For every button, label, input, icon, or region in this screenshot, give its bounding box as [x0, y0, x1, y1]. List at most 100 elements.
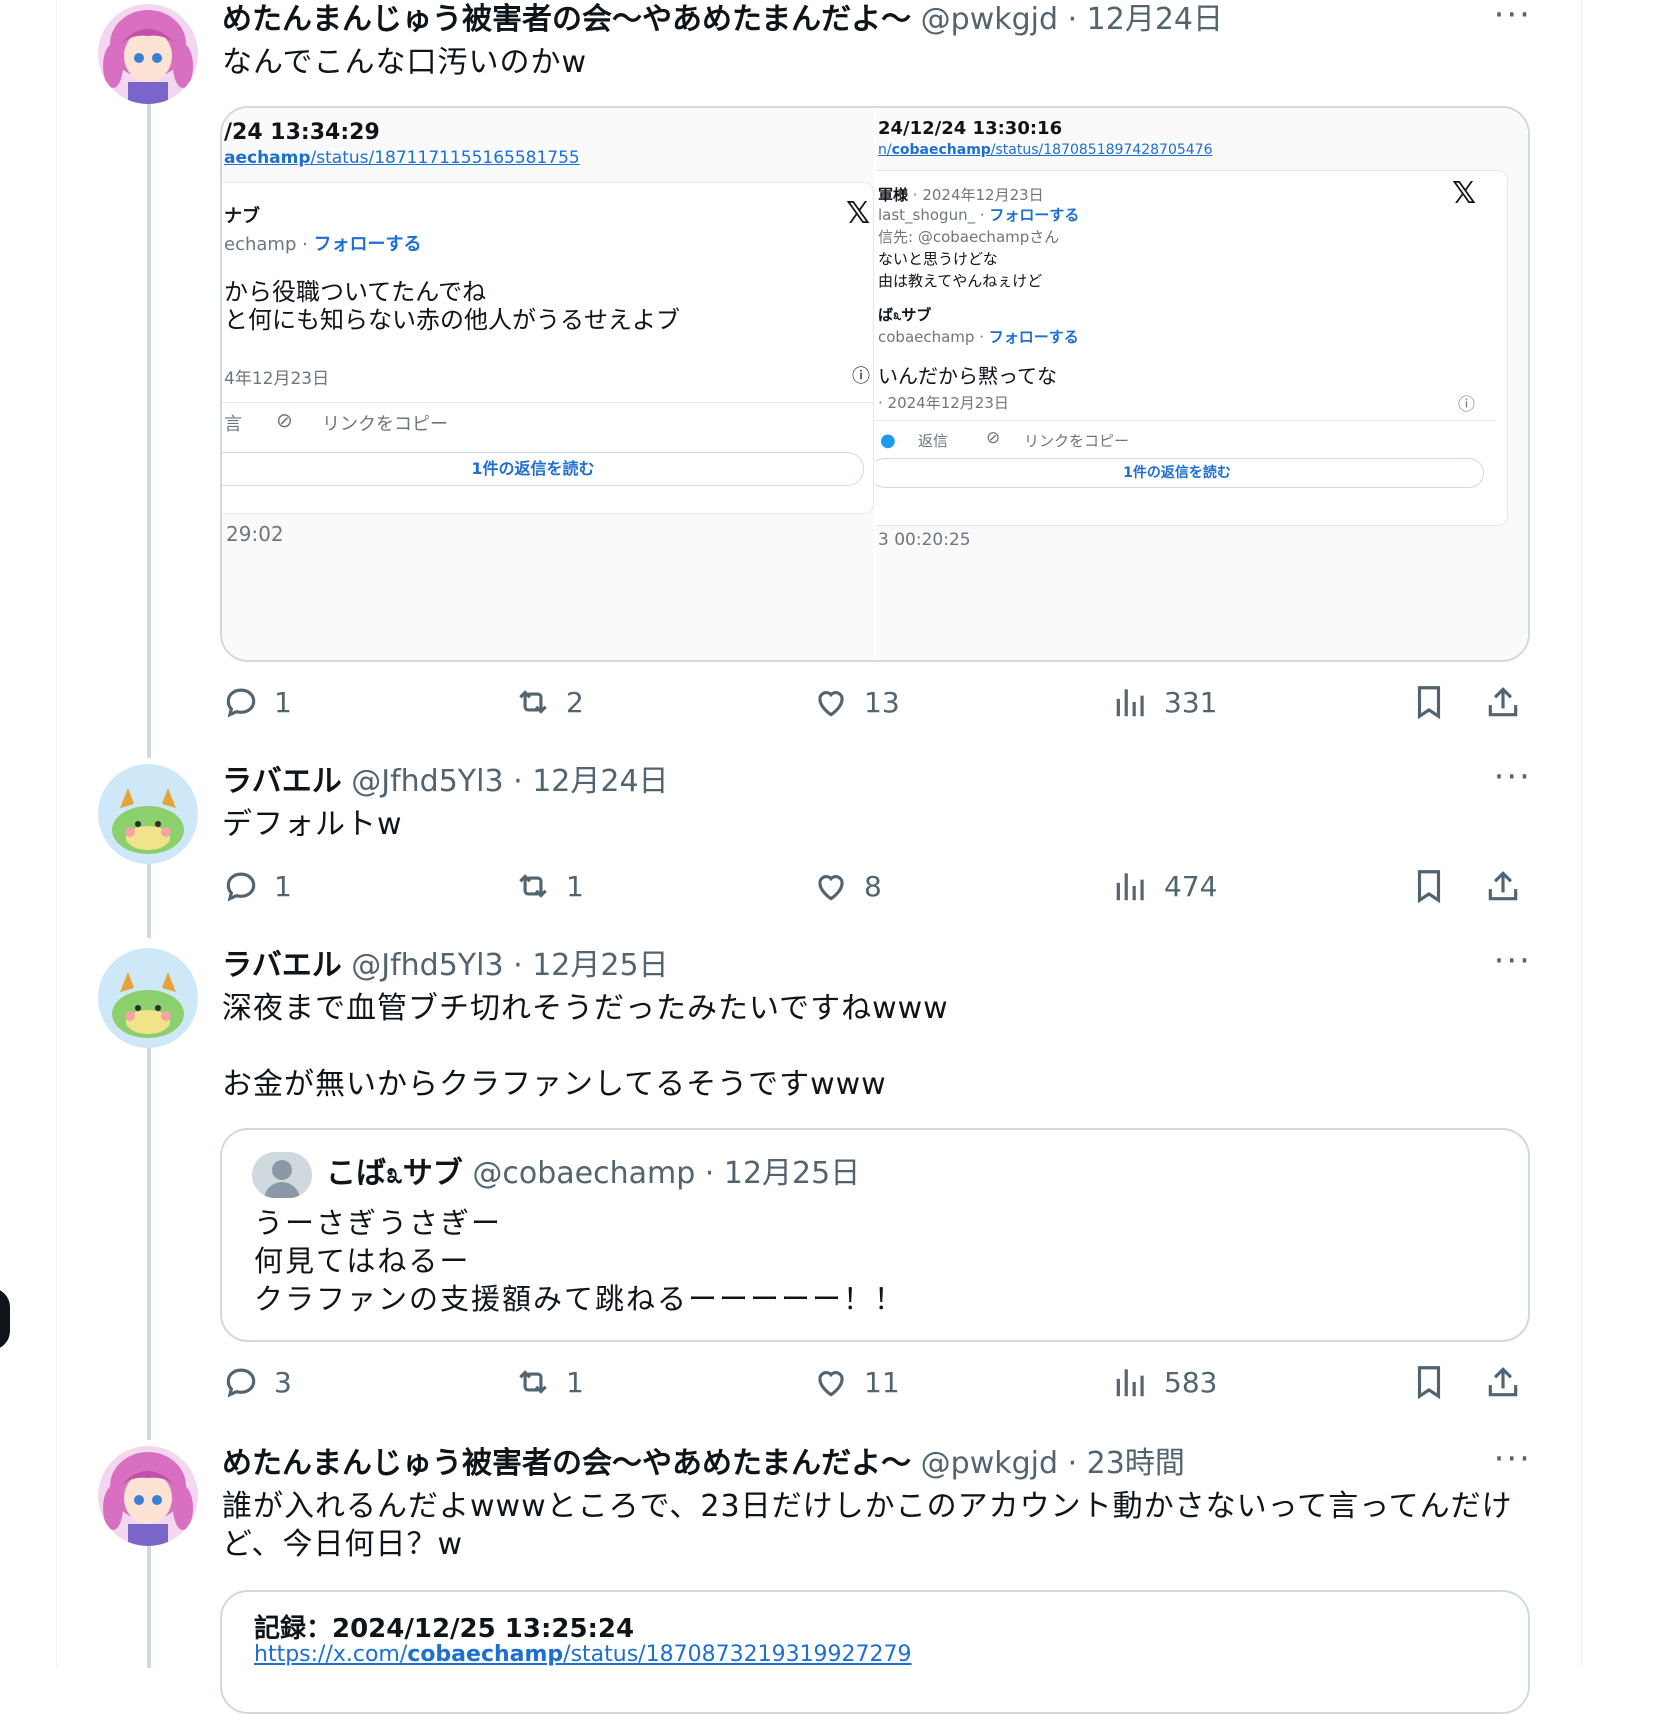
bookmark-button[interactable]	[1410, 1362, 1448, 1402]
reply-count: 3	[274, 1365, 292, 1399]
more-options-icon[interactable]: ···	[1494, 760, 1532, 794]
avatar[interactable]	[98, 4, 198, 104]
more-options-icon[interactable]: ···	[1494, 0, 1532, 32]
bookmark-icon	[1417, 1366, 1441, 1400]
copy-link-label: リンクをコピー	[322, 414, 448, 435]
embedded-user-2: ば೩サブ	[878, 306, 932, 324]
tweet-actions: 1 2 13 331	[222, 682, 1534, 722]
x-logo-icon: 𝕏	[846, 196, 871, 231]
tweet-actions: 3 1 11 583	[222, 1362, 1534, 1402]
reply-button[interactable]: 1	[222, 682, 292, 722]
bookmark-icon	[1417, 686, 1441, 720]
share-button[interactable]	[1484, 682, 1522, 722]
quote-header: こば೩サブ @cobaechamp · 12月25日	[326, 1156, 861, 1191]
tweet-header: めたんまんじゅう被害者の会〜やあめたまんだよ〜 @pwkgjd · 12月24日	[222, 2, 1224, 37]
avatar[interactable]	[98, 764, 198, 864]
reply-count: 1	[274, 685, 292, 719]
read-replies-button: 1件の返信を読む	[222, 452, 864, 486]
like-count: 11	[864, 1365, 900, 1399]
record-timestamp: 24/12/24 13:30:16	[878, 118, 1063, 139]
tweet-date[interactable]: 12月25日	[532, 948, 668, 983]
tweet-date[interactable]: 12月24日	[1087, 2, 1223, 37]
record-timestamp: 記録：2024/12/25 13:25:24	[254, 1614, 635, 1644]
more-options-icon[interactable]: ···	[1494, 944, 1532, 978]
quote-date: 12月25日	[723, 1156, 861, 1191]
tweet-header: ラバエル @Jfhd5Yl3 · 12月24日	[222, 764, 669, 799]
embedded-reply-to: 信先: @cobaechampさん	[878, 228, 1060, 246]
user-handle[interactable]: @Jfhd5Yl3	[351, 948, 503, 983]
thread-line	[147, 1528, 151, 1668]
tweet-date[interactable]: 23時間	[1087, 1446, 1185, 1481]
embedded-text-2: 由は教えてやんねぇけど	[878, 272, 1043, 290]
bookmark-icon	[1417, 870, 1441, 904]
screenshot-left: /24 13:34:29 aechamp/status/187117115516…	[222, 108, 874, 660]
x-logo-icon: 𝕏	[1452, 176, 1477, 211]
bookmark-button[interactable]	[1410, 682, 1448, 722]
default-avatar-icon	[252, 1152, 312, 1198]
retweet-button[interactable]: 1	[514, 866, 584, 906]
retweet-icon	[519, 1370, 547, 1394]
retweet-icon	[519, 874, 547, 898]
status-url: n/cobaechamp/status/1870851897428705476	[878, 142, 1213, 158]
tweet-date[interactable]: 12月24日	[532, 764, 668, 799]
capture-footer-time: 29:02	[226, 522, 284, 546]
views-button[interactable]: 331	[1112, 682, 1217, 722]
copy-link-label: リンクをコピー	[1024, 432, 1130, 450]
like-button[interactable]: 11	[812, 1362, 900, 1402]
view-count: 583	[1164, 1365, 1218, 1399]
tweet-header: ラバエル @Jfhd5Yl3 · 12月25日	[222, 948, 669, 983]
heart-icon	[818, 1371, 844, 1397]
retweet-button[interactable]: 1	[514, 1362, 584, 1402]
share-icon	[1488, 1367, 1518, 1397]
heart-icon	[818, 691, 844, 717]
user-handle[interactable]: @pwkgjd	[921, 2, 1058, 37]
tweet-text: 誰が入れるんだよwwwところで、23日だけしかこのアカウント動かさないって言って…	[222, 1489, 1513, 1562]
info-icon: ⓘ	[852, 366, 870, 387]
display-name[interactable]: ラバエル	[222, 764, 342, 799]
embedded-user-1: 軍様 · 2024年12月23日	[878, 186, 1044, 204]
reply-icon	[226, 688, 256, 718]
display-name[interactable]: めたんまんじゅう被害者の会〜やあめたまんだよ〜	[222, 2, 911, 37]
quote-tweet[interactable]: こば೩サブ @cobaechamp · 12月25日 うーさぎうさぎー 何見ては…	[220, 1128, 1530, 1342]
views-button[interactable]: 474	[1112, 866, 1217, 906]
quote-handle: @cobaechamp	[472, 1156, 696, 1191]
more-options-icon[interactable]: ···	[1494, 1442, 1532, 1476]
user-handle[interactable]: @pwkgjd	[921, 1446, 1058, 1481]
analytics-icon	[1116, 689, 1144, 717]
like-count: 8	[864, 869, 882, 903]
analytics-icon	[1116, 873, 1144, 901]
user-handle[interactable]: @Jfhd5Yl3	[351, 764, 503, 799]
retweet-count: 2	[566, 685, 584, 719]
share-button[interactable]	[1484, 866, 1522, 906]
display-name[interactable]: ラバエル	[222, 948, 342, 983]
retweet-icon	[519, 690, 547, 714]
avatar[interactable]	[98, 948, 198, 1048]
share-icon	[1488, 871, 1518, 901]
reply-icon	[226, 1368, 256, 1398]
views-button[interactable]: 583	[1112, 1362, 1217, 1402]
screenshot-right: 24/12/24 13:30:16 n/cobaechamp/status/18…	[876, 108, 1528, 660]
reply-bubble-icon: ●	[880, 430, 896, 451]
reply-button[interactable]: 3	[222, 1362, 292, 1402]
share-icon	[1488, 687, 1518, 717]
share-button[interactable]	[1484, 1362, 1522, 1402]
like-button[interactable]: 8	[812, 866, 882, 906]
like-button[interactable]: 13	[812, 682, 900, 722]
tweet-actions: 1 1 8 474	[222, 866, 1534, 906]
read-replies-button: 1件の返信を読む	[876, 458, 1484, 488]
embedded-reply-label: 言	[224, 414, 242, 435]
floating-button-edge[interactable]	[0, 1288, 10, 1350]
record-timestamp: /24 13:34:29	[224, 120, 380, 145]
avatar[interactable]	[98, 1446, 198, 1546]
retweet-count: 1	[566, 1365, 584, 1399]
tweet-text: なんでこんな口汚いのかw	[222, 45, 588, 80]
bookmark-button[interactable]	[1410, 866, 1448, 906]
display-name[interactable]: めたんまんじゅう被害者の会〜やあめたまんだよ〜	[222, 1446, 911, 1481]
reply-button[interactable]: 1	[222, 866, 292, 906]
attached-image[interactable]: 記録：2024/12/25 13:25:24 https://x.com/cob…	[220, 1590, 1530, 1714]
attached-image[interactable]: /24 13:34:29 aechamp/status/187117115516…	[220, 106, 1530, 662]
embedded-handle-2: cobaechamp · フォローする	[878, 328, 1079, 346]
heart-icon	[818, 875, 844, 901]
quote-display-name: こば೩サブ	[326, 1156, 463, 1191]
retweet-button[interactable]: 2	[514, 682, 584, 722]
